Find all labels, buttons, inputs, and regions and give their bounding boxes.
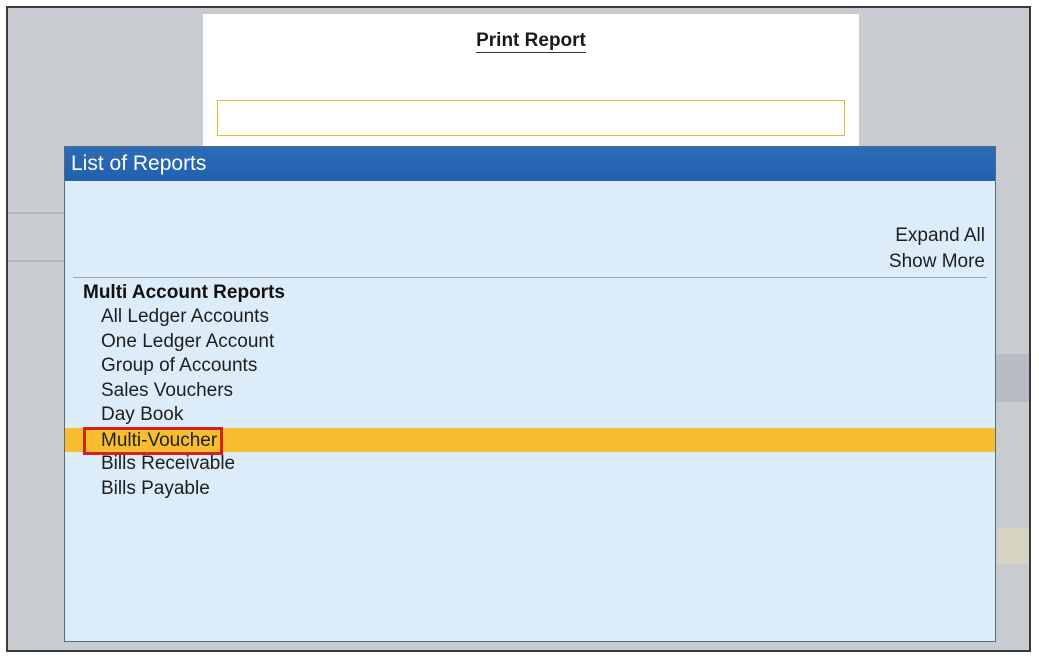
report-item-label: Day Book <box>101 404 184 425</box>
report-item-label: Sales Vouchers <box>101 379 234 401</box>
selected-report-label: Multi-Voucher <box>83 426 224 455</box>
background-divider <box>8 212 68 214</box>
background-block <box>993 354 1029 402</box>
expand-all-button[interactable]: Expand All <box>889 223 985 249</box>
report-item-label: Bills Receivable <box>101 453 236 474</box>
report-item-label: All Ledger Accounts <box>101 306 269 327</box>
print-report-panel: Print Report <box>203 14 859 164</box>
divider <box>73 277 987 278</box>
report-item-bills-receivable[interactable]: Bills Receivable <box>65 452 995 477</box>
print-report-title: Print Report <box>476 30 586 53</box>
report-item-one-ledger-account[interactable]: One Ledger Account <box>65 330 995 355</box>
background-divider <box>8 260 68 262</box>
report-actions: Expand All Show More <box>889 223 985 275</box>
report-name-input[interactable] <box>217 100 845 136</box>
report-item-label: One Ledger Account <box>101 330 275 352</box>
report-item-day-book[interactable]: Day Book <box>65 403 995 428</box>
group-title: Multi Account Reports <box>83 282 285 303</box>
list-of-reports-panel: List of Reports Expand All Show More Mul… <box>64 146 996 642</box>
list-of-reports-header: List of Reports <box>65 147 995 181</box>
report-item-all-ledger-accounts[interactable]: All Ledger Accounts <box>65 305 995 330</box>
report-item-bills-payable[interactable]: Bills Payable <box>65 477 995 502</box>
report-item-group-of-accounts[interactable]: Group of Accounts <box>65 354 995 379</box>
report-item-label: Bills Payable <box>101 477 210 499</box>
report-item-label: Group of Accounts <box>101 355 258 376</box>
report-item-sales-vouchers[interactable]: Sales Vouchers <box>65 379 995 404</box>
report-item-multi-voucher[interactable]: Multi-Voucher <box>65 426 995 455</box>
report-list: Multi Account Reports All Ledger Account… <box>65 281 995 501</box>
show-more-button[interactable]: Show More <box>889 249 985 275</box>
background-highlight <box>998 528 1029 564</box>
screenshot-frame: Print Report List of Reports Expand All … <box>6 6 1031 652</box>
